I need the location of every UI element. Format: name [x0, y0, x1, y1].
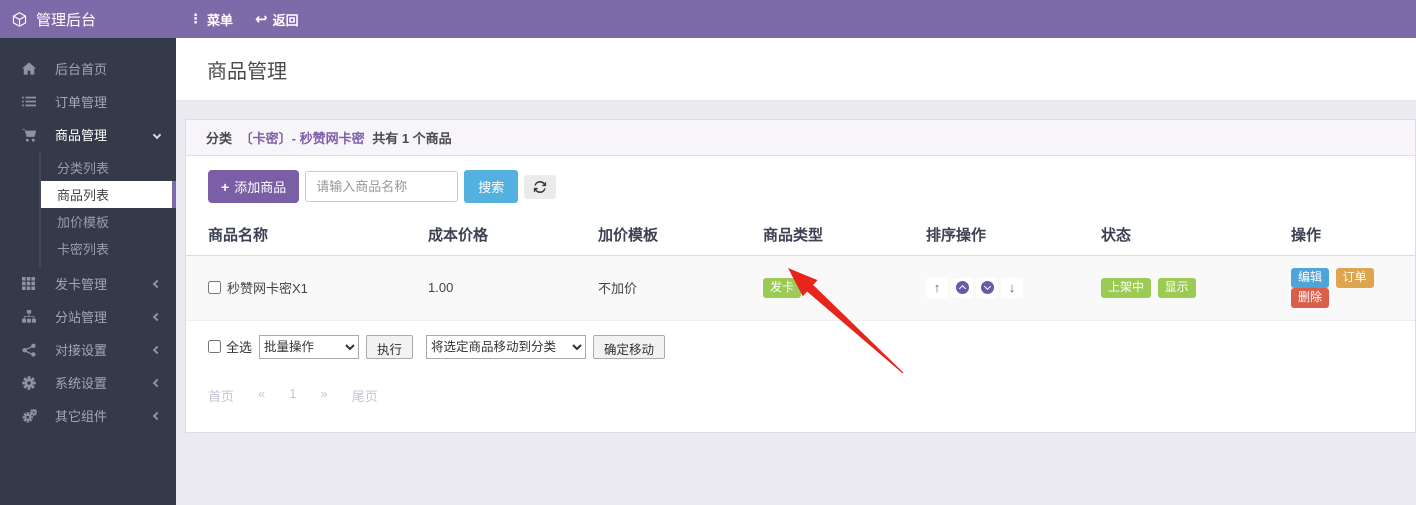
execute-button[interactable]: 执行: [366, 335, 413, 359]
page-number[interactable]: 1: [289, 386, 296, 405]
sidebar-item-orders[interactable]: 订单管理: [0, 85, 176, 118]
category-link[interactable]: 〔卡密〕- 秒赞网卡密: [240, 131, 365, 146]
panel-heading: 分类 〔卡密〕- 秒赞网卡密 共有 1 个商品: [186, 120, 1415, 156]
cube-logo-icon: [11, 11, 28, 28]
col-status: 状态: [1101, 224, 1291, 245]
search-button[interactable]: 搜索: [464, 170, 518, 203]
product-type-badge: 发卡: [763, 278, 801, 298]
chevron-left-icon: [153, 378, 161, 386]
menu-dots-icon: ⋮: [189, 11, 202, 27]
gear-icon: [22, 376, 44, 390]
circle-down-icon: [981, 281, 994, 294]
products-submenu: 分类列表 商品列表 加价模板 卡密列表: [0, 151, 176, 267]
move-category-select[interactable]: 将选定商品移动到分类: [426, 335, 586, 359]
col-operations: 操作: [1291, 224, 1393, 245]
menu-toggle[interactable]: ⋮ 菜单: [189, 10, 233, 29]
sidebar-subitem-card-list[interactable]: 卡密列表: [0, 235, 176, 262]
category-prefix: 分类: [206, 131, 232, 146]
toolbar: + 添加商品 搜索: [186, 170, 1415, 203]
edit-button[interactable]: 编辑: [1291, 268, 1329, 288]
cogs-icon: [22, 409, 44, 423]
sidebar-item-card-issuing[interactable]: 发卡管理: [0, 267, 176, 300]
page-first[interactable]: 首页: [208, 386, 234, 405]
pagination: 首页 « 1 » 尾页: [186, 386, 1415, 405]
page-prev[interactable]: «: [258, 386, 265, 405]
back-arrow-icon: ↩: [255, 10, 268, 28]
refresh-button[interactable]: [524, 175, 556, 199]
sidebar-subitem-markup-templates[interactable]: 加价模板: [0, 208, 176, 235]
product-name: 秒赞网卡密X1: [227, 278, 308, 297]
table-row: 秒赞网卡密X1 1.00 不加价 发卡 ↑: [186, 256, 1415, 321]
sidebar-item-other-components[interactable]: 其它组件: [0, 399, 176, 432]
col-product-name: 商品名称: [208, 224, 428, 245]
select-all-checkbox[interactable]: [208, 340, 221, 353]
page-title: 商品管理: [207, 55, 1416, 84]
sidebar-item-docking-settings[interactable]: 对接设置: [0, 333, 176, 366]
col-sort-actions: 排序操作: [926, 224, 1101, 245]
sitemap-icon: [22, 310, 44, 323]
col-markup-template: 加价模板: [598, 224, 763, 245]
sidebar-item-substations[interactable]: 分站管理: [0, 300, 176, 333]
chevron-left-icon: [153, 312, 161, 320]
delete-button[interactable]: 删除: [1291, 288, 1329, 308]
sidebar-subitem-categories[interactable]: 分类列表: [0, 154, 176, 181]
main-content: 商品管理 分类 〔卡密〕- 秒赞网卡密 共有 1 个商品 + 添加商品 搜索: [176, 38, 1416, 505]
sort-down-button[interactable]: [976, 278, 998, 298]
list-icon: [22, 95, 44, 108]
share-icon: [22, 343, 44, 357]
col-product-type: 商品类型: [763, 224, 926, 245]
sidebar-subitem-product-list[interactable]: 商品列表: [41, 181, 176, 208]
chevron-down-icon: [153, 130, 161, 138]
cart-icon: [22, 128, 44, 142]
chevron-left-icon: [153, 411, 161, 419]
arrow-up-icon: ↑: [934, 281, 941, 294]
grid-icon: [22, 277, 44, 290]
product-count: 共有 1 个商品: [372, 131, 451, 146]
sort-up-button[interactable]: [951, 278, 973, 298]
home-icon: [22, 62, 44, 75]
add-product-button[interactable]: + 添加商品: [208, 170, 299, 203]
bulk-action-select[interactable]: 批量操作: [259, 335, 359, 359]
brand[interactable]: 管理后台: [0, 0, 176, 38]
plus-icon: +: [221, 179, 229, 195]
page-last[interactable]: 尾页: [352, 386, 378, 405]
sidebar-item-system-settings[interactable]: 系统设置: [0, 366, 176, 399]
search-input[interactable]: [305, 171, 458, 202]
sort-top-button[interactable]: ↑: [926, 278, 948, 298]
operations-cell: 编辑 订单 删除: [1291, 268, 1393, 308]
sidebar-item-home[interactable]: 后台首页: [0, 52, 176, 85]
product-panel: 分类 〔卡密〕- 秒赞网卡密 共有 1 个商品 + 添加商品 搜索: [185, 119, 1416, 433]
sort-controls: ↑ ↓: [926, 278, 1101, 298]
topbar: 管理后台 ⋮ 菜单 ↩ 返回: [0, 0, 1416, 38]
chevron-left-icon: [153, 345, 161, 353]
markup-template: 不加价: [598, 278, 763, 297]
chevron-left-icon: [153, 279, 161, 287]
topnav: ⋮ 菜单 ↩ 返回: [176, 0, 299, 38]
page-next[interactable]: »: [320, 386, 327, 405]
sidebar-item-products[interactable]: 商品管理: [0, 118, 176, 151]
sort-bottom-button[interactable]: ↓: [1001, 278, 1023, 298]
page-header: 商品管理: [176, 38, 1416, 101]
order-button[interactable]: 订单: [1336, 268, 1374, 288]
sidebar: 后台首页 订单管理 商品管理 分类列表 商品列表 加价模板: [0, 38, 176, 505]
table-header: 商品名称 成本价格 加价模板 商品类型 排序操作 状态 操作: [186, 209, 1415, 256]
brand-title: 管理后台: [36, 9, 96, 30]
arrow-down-icon: ↓: [1009, 281, 1016, 294]
refresh-icon: [533, 180, 547, 194]
status-badge-onsale[interactable]: 上架中: [1101, 278, 1151, 298]
back-label: 返回: [273, 10, 299, 29]
status-badge-visible[interactable]: 显示: [1158, 278, 1196, 298]
circle-up-icon: [956, 281, 969, 294]
back-link[interactable]: ↩ 返回: [255, 10, 299, 29]
col-cost-price: 成本价格: [428, 224, 598, 245]
batch-operations: 全选 批量操作 执行 将选定商品移动到分类 确定移动: [186, 335, 1415, 359]
row-checkbox[interactable]: [208, 281, 221, 294]
confirm-move-button[interactable]: 确定移动: [593, 335, 665, 359]
menu-label: 菜单: [207, 10, 233, 29]
status-cell: 上架中 显示: [1101, 278, 1291, 298]
cost-price: 1.00: [428, 280, 598, 295]
select-all-label: 全选: [208, 337, 252, 356]
